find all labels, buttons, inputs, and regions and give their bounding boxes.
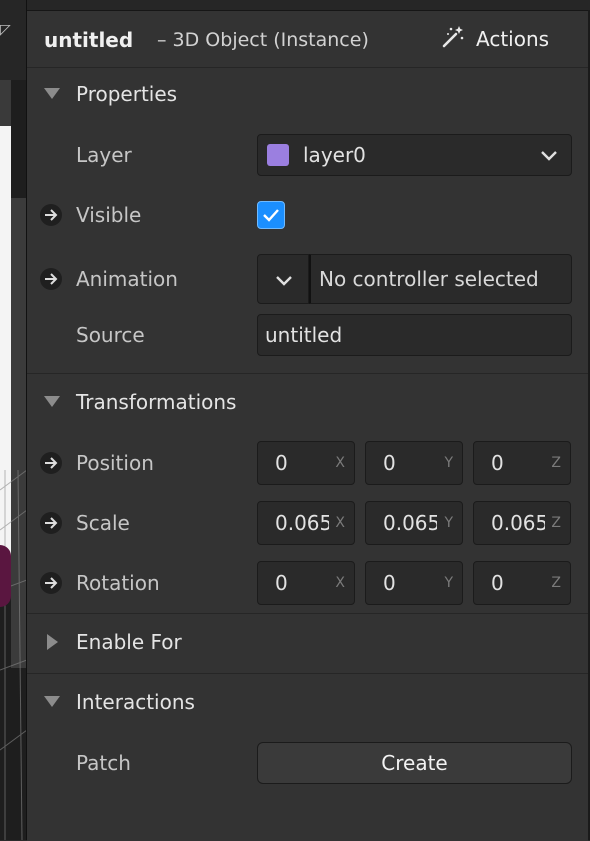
position-x-field[interactable]: 0 X: [257, 441, 355, 485]
viewport-panel: [0, 80, 11, 126]
visible-label: Visible: [76, 203, 142, 227]
vector-value: 0: [275, 451, 288, 475]
axis-label: Z: [551, 455, 561, 471]
interactions-section-header[interactable]: Interactions: [27, 682, 588, 722]
position-label: Position: [76, 451, 154, 475]
vector-value: 0: [383, 571, 396, 595]
axis-label: X: [335, 455, 345, 471]
visible-checkbox[interactable]: [257, 201, 285, 229]
magic-wand-icon: [440, 24, 466, 54]
rotation-x-field[interactable]: 0 X: [257, 561, 355, 605]
axis-label: Y: [444, 575, 453, 591]
source-label: Source: [76, 323, 145, 347]
animation-label: Animation: [76, 267, 178, 291]
connect-arrow-icon[interactable]: [40, 512, 62, 534]
vector-value: 0: [491, 571, 504, 595]
transformations-section-header[interactable]: Transformations: [27, 382, 588, 422]
section-title: Enable For: [76, 630, 182, 654]
viewport-grid: [0, 470, 27, 840]
section-divider: [27, 373, 588, 374]
enable-for-section-header[interactable]: Enable For: [27, 622, 588, 662]
scale-x-field[interactable]: 0.065 X: [257, 501, 355, 545]
connect-arrow-icon[interactable]: [40, 268, 62, 290]
section-title: Properties: [76, 82, 178, 106]
scale-y-field[interactable]: 0.065 Y: [365, 501, 463, 545]
vector-value: 0: [383, 451, 396, 475]
layer-value: layer0: [303, 143, 366, 167]
create-patch-button[interactable]: Create: [257, 742, 572, 784]
triangle-down-icon: [44, 396, 60, 407]
inspector-panel: untitled – 3D Object (Instance) Actions …: [27, 10, 588, 841]
section-title: Interactions: [76, 690, 195, 714]
axis-label: X: [335, 515, 345, 531]
checkmark-icon: [263, 209, 279, 222]
axis-label: Z: [551, 515, 561, 531]
actions-button[interactable]: Actions: [440, 25, 549, 53]
triangle-down-icon: [44, 696, 60, 707]
connect-arrow-icon[interactable]: [40, 572, 62, 594]
vector-value: 0: [491, 451, 504, 475]
vector-value: 0.065: [491, 511, 545, 535]
axis-label: Y: [444, 455, 453, 471]
axis-label: Z: [551, 575, 561, 591]
vector-value: 0: [275, 571, 288, 595]
layer-dropdown[interactable]: layer0: [257, 134, 572, 176]
scale-label: Scale: [76, 511, 130, 535]
chevron-down-icon: [541, 151, 557, 161]
section-divider: [27, 613, 588, 614]
properties-section-header[interactable]: Properties: [27, 74, 588, 114]
corner-icon: ◸: [0, 22, 11, 38]
scene-viewport[interactable]: ◸: [0, 0, 27, 840]
scene-object[interactable]: [0, 545, 11, 607]
vector-value: 0.065: [275, 511, 329, 535]
animation-dropdown-button[interactable]: [257, 254, 309, 304]
triangle-right-icon: [47, 634, 58, 650]
inspector-header: untitled – 3D Object (Instance) Actions: [27, 11, 588, 68]
rotation-y-field[interactable]: 0 Y: [365, 561, 463, 605]
section-title: Transformations: [76, 390, 237, 414]
animation-controller-field[interactable]: No controller selected: [309, 254, 572, 304]
source-field[interactable]: untitled: [257, 314, 572, 356]
chevron-down-icon: [276, 276, 292, 286]
position-z-field[interactable]: 0 Z: [473, 441, 571, 485]
actions-label: Actions: [476, 27, 550, 51]
patch-label: Patch: [76, 751, 131, 775]
rotation-z-field[interactable]: 0 Z: [473, 561, 571, 605]
triangle-down-icon: [44, 88, 60, 99]
top-bar: [0, 0, 590, 10]
vector-value: 0.065: [383, 511, 437, 535]
viewport-toolbar: [0, 0, 27, 80]
axis-label: X: [335, 575, 345, 591]
connect-arrow-icon[interactable]: [40, 204, 62, 226]
object-type: – 3D Object (Instance): [157, 29, 369, 51]
axis-label: Y: [444, 515, 453, 531]
layer-color-swatch: [267, 144, 289, 166]
rotation-label: Rotation: [76, 571, 160, 595]
source-value: untitled: [265, 323, 343, 347]
connect-arrow-icon[interactable]: [40, 452, 62, 474]
scale-z-field[interactable]: 0.065 Z: [473, 501, 571, 545]
section-divider: [27, 673, 588, 674]
animation-value: No controller selected: [319, 267, 539, 291]
object-name: untitled: [44, 28, 134, 52]
layer-label: Layer: [76, 143, 132, 167]
position-y-field[interactable]: 0 Y: [365, 441, 463, 485]
